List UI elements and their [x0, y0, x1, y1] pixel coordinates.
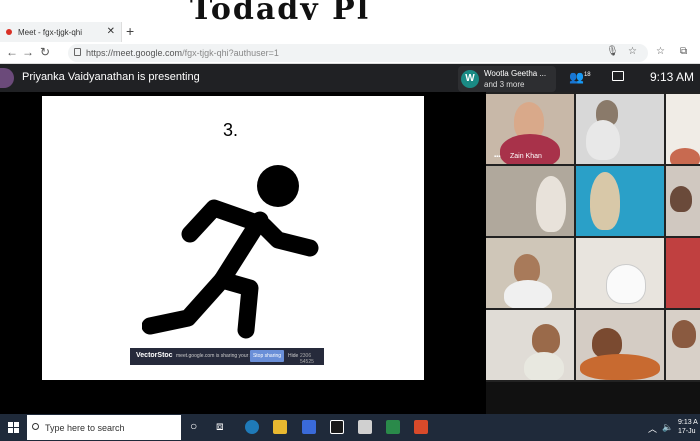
edge-browser-icon[interactable]	[245, 420, 259, 434]
screen: Todady Pl Meet - fgx-tjgk-qhi ✕ + ← → ↻ …	[0, 0, 700, 441]
presenter-avatar	[0, 68, 14, 88]
start-button[interactable]	[0, 414, 27, 441]
participant-tile[interactable]	[666, 238, 700, 308]
volume-icon[interactable]: 🔈	[662, 422, 673, 433]
search-placeholder: Type here to search	[45, 422, 125, 433]
file-explorer-icon[interactable]	[273, 420, 287, 434]
participant-body	[504, 280, 552, 308]
chair	[606, 264, 646, 304]
participant-tile[interactable]	[576, 238, 664, 308]
grid-footer	[486, 382, 700, 414]
url-host: https://meet.google.com	[86, 48, 183, 58]
cortana-icon[interactable]: ○	[190, 419, 197, 433]
search-icon	[32, 423, 39, 430]
powerpoint-icon[interactable]	[414, 420, 428, 434]
browser-tab-strip: Meet - fgx-tjgk-qhi ✕ +	[0, 20, 700, 42]
screen-share-bar: VectorStoc meet.google.com is sharing yo…	[130, 348, 324, 365]
participant-tile[interactable]	[666, 94, 700, 164]
meet-top-bar: Priyanka Vaidyanathan is presenting W Wo…	[0, 64, 700, 92]
notification-avatar: W	[461, 70, 479, 88]
participant-body	[670, 148, 700, 164]
clock-time: 9:13 A	[678, 419, 698, 426]
taskbar-clock[interactable]: 9:13 A 17-Ju	[678, 418, 698, 436]
photos-app-icon[interactable]	[302, 420, 316, 434]
participant-tile[interactable]	[576, 166, 664, 236]
back-arrow-icon[interactable]: ←	[6, 45, 18, 59]
participant-body	[524, 352, 564, 380]
join-notification[interactable]: W Wootla Geetha ... and 3 more	[458, 66, 556, 92]
watermark-brand: VectorStoc	[136, 352, 173, 359]
notification-line2: and 3 more	[484, 80, 525, 89]
recording-dot-icon	[6, 29, 12, 35]
speaking-indicator-icon: ▪▪▪	[494, 154, 501, 160]
address-bar-row: ← → ↻ https://meet.google.com/fgx-tjgk-q…	[0, 42, 700, 64]
participant-name: Zain Khan	[510, 153, 542, 160]
collections-icon[interactable]: ⧉	[680, 46, 687, 57]
favorites-bar-icon[interactable]: ☆	[656, 46, 665, 57]
presenter-label: Priyanka Vaidyanathan is presenting	[22, 71, 200, 83]
participant-grid: ▪▪▪ Zain Khan	[486, 92, 700, 382]
people-button[interactable]: 👥18	[569, 70, 591, 84]
browser-tab[interactable]: Meet - fgx-tjgk-qhi ✕	[0, 22, 122, 42]
participant-tile[interactable]	[576, 310, 664, 380]
taskbar-search-box[interactable]: Type here to search	[27, 415, 181, 440]
clock-date: 17-Ju	[678, 428, 696, 435]
participant-face	[532, 324, 560, 354]
task-view-icon[interactable]: ⧈	[216, 419, 224, 433]
notification-line1: Wootla Geetha ...	[484, 69, 547, 78]
presentation-stage: 3. VectorStoc meet.google.com is sharing…	[0, 92, 486, 414]
participant-tile[interactable]	[486, 238, 574, 308]
new-tab-button[interactable]: +	[126, 22, 134, 40]
participant-tile[interactable]	[486, 310, 574, 380]
hide-button[interactable]: Hide	[288, 353, 298, 359]
close-tab-icon[interactable]: ✕	[107, 26, 115, 37]
participant-body	[586, 120, 620, 160]
stop-sharing-button[interactable]: Stop sharing	[250, 350, 284, 362]
solitaire-icon[interactable]	[330, 420, 344, 434]
running-person-icon	[142, 165, 319, 339]
slide-number: 3.	[223, 120, 239, 140]
forward-arrow-icon[interactable]: →	[22, 45, 34, 59]
participant-tile[interactable]	[486, 166, 574, 236]
participant-count: 18	[583, 72, 591, 78]
participant-body	[590, 172, 620, 230]
participant-body	[580, 354, 660, 380]
app-icon[interactable]	[358, 420, 372, 434]
chat-icon[interactable]	[612, 71, 624, 81]
windows-taskbar: Type here to search ○ ⧈ ︿ 🔈 9:13 A 17-Ju	[0, 414, 700, 441]
participant-tile[interactable]: ▪▪▪ Zain Khan	[486, 94, 574, 164]
participant-body	[536, 176, 566, 232]
participant-face	[672, 320, 696, 348]
url-path: /fgx-tjgk-qhi?authuser=1	[182, 48, 279, 58]
tab-title: Meet - fgx-tjgk-qhi	[18, 27, 83, 37]
participant-tile[interactable]	[666, 166, 700, 236]
lock-icon	[74, 48, 81, 56]
reload-icon[interactable]: ↻	[40, 45, 50, 59]
microphone-icon[interactable]: 🎙	[606, 46, 619, 57]
meeting-time: 9:13 AM	[650, 70, 695, 84]
windows-logo-icon	[8, 422, 19, 433]
tray-chevron-icon[interactable]: ︿	[648, 422, 657, 435]
shared-slide: 3. VectorStoc meet.google.com is sharing…	[42, 96, 424, 380]
participant-tile[interactable]	[576, 94, 664, 164]
excel-icon[interactable]	[386, 420, 400, 434]
participant-face	[670, 186, 692, 212]
favorite-star-icon[interactable]: ☆	[628, 46, 637, 57]
participant-tile[interactable]	[666, 310, 700, 380]
watermark-id: 2306 54525	[300, 353, 314, 365]
url-field[interactable]: https://meet.google.com/fgx-tjgk-qhi?aut…	[68, 44, 648, 62]
people-icon: 👥	[569, 70, 584, 84]
